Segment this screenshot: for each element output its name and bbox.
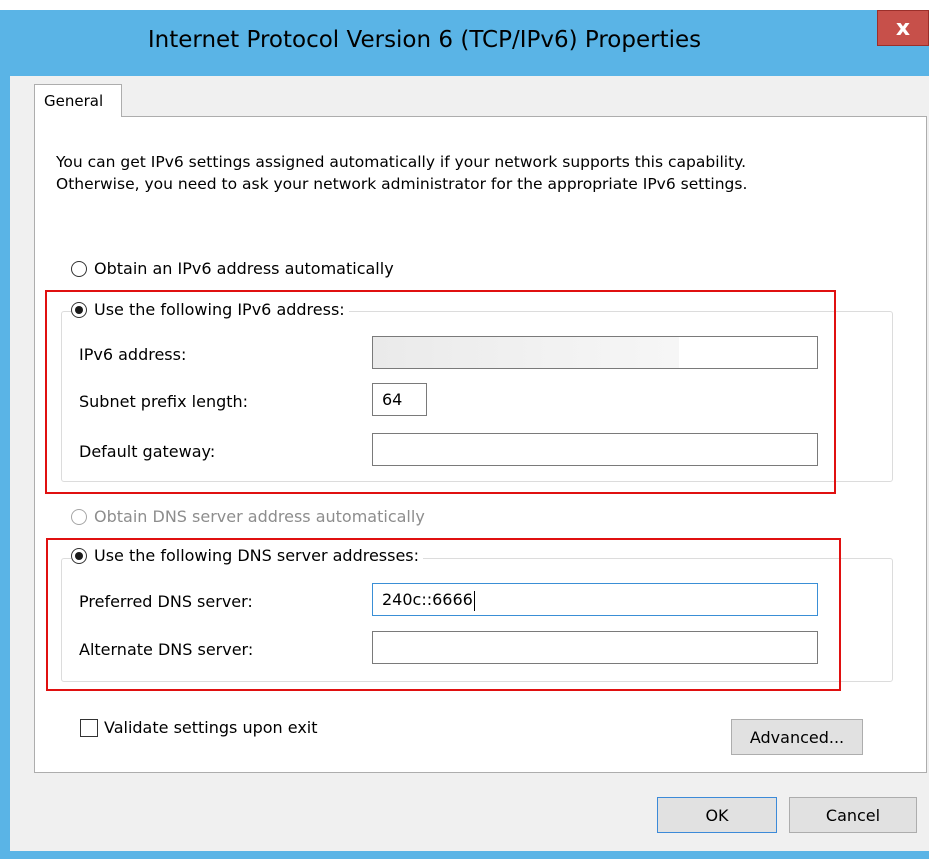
validate-settings-checkbox[interactable]: Validate settings upon exit <box>80 718 318 737</box>
ipv6-highlight-box <box>45 290 836 494</box>
obtain-ipv6-auto-radio[interactable]: Obtain an IPv6 address automatically <box>71 259 394 278</box>
cancel-button-label: Cancel <box>825 805 881 825</box>
advanced-button-label: Advanced... <box>749 727 845 747</box>
obtain-ipv6-auto-label: Obtain an IPv6 address automatically <box>94 259 394 278</box>
description-line-2: Otherwise, you need to ask your network … <box>56 175 748 193</box>
obtain-dns-auto-radio[interactable]: Obtain DNS server address automatically <box>71 507 425 526</box>
advanced-button[interactable]: Advanced... <box>731 719 863 755</box>
obtain-dns-auto-label: Obtain DNS server address automatically <box>94 507 425 526</box>
radio-unchecked-icon[interactable] <box>71 260 87 277</box>
cancel-button[interactable]: Cancel <box>789 797 917 833</box>
window-bottom-border <box>0 851 929 859</box>
background-strip <box>0 0 929 10</box>
close-button[interactable]: x <box>877 10 929 46</box>
close-icon: x <box>895 15 911 41</box>
description-line-1: You can get IPv6 settings assigned autom… <box>56 153 747 171</box>
dialog-window: Internet Protocol Version 6 (TCP/IPv6) P… <box>0 0 929 859</box>
checkbox-unchecked-icon[interactable] <box>80 718 98 737</box>
ok-button[interactable]: OK <box>657 797 777 833</box>
title-bar[interactable]: Internet Protocol Version 6 (TCP/IPv6) P… <box>10 10 929 76</box>
radio-disabled-icon[interactable] <box>71 508 87 525</box>
general-tab-panel: You can get IPv6 settings assigned autom… <box>34 116 927 773</box>
dns-highlight-box <box>46 538 841 691</box>
description-text: You can get IPv6 settings assigned autom… <box>56 151 747 195</box>
dialog-client-area: General You can get IPv6 settings assign… <box>10 76 929 851</box>
window-title: Internet Protocol Version 6 (TCP/IPv6) P… <box>147 27 702 53</box>
tab-general[interactable]: General <box>34 84 122 117</box>
validate-settings-label: Validate settings upon exit <box>104 718 318 737</box>
ok-button-label: OK <box>705 805 729 825</box>
